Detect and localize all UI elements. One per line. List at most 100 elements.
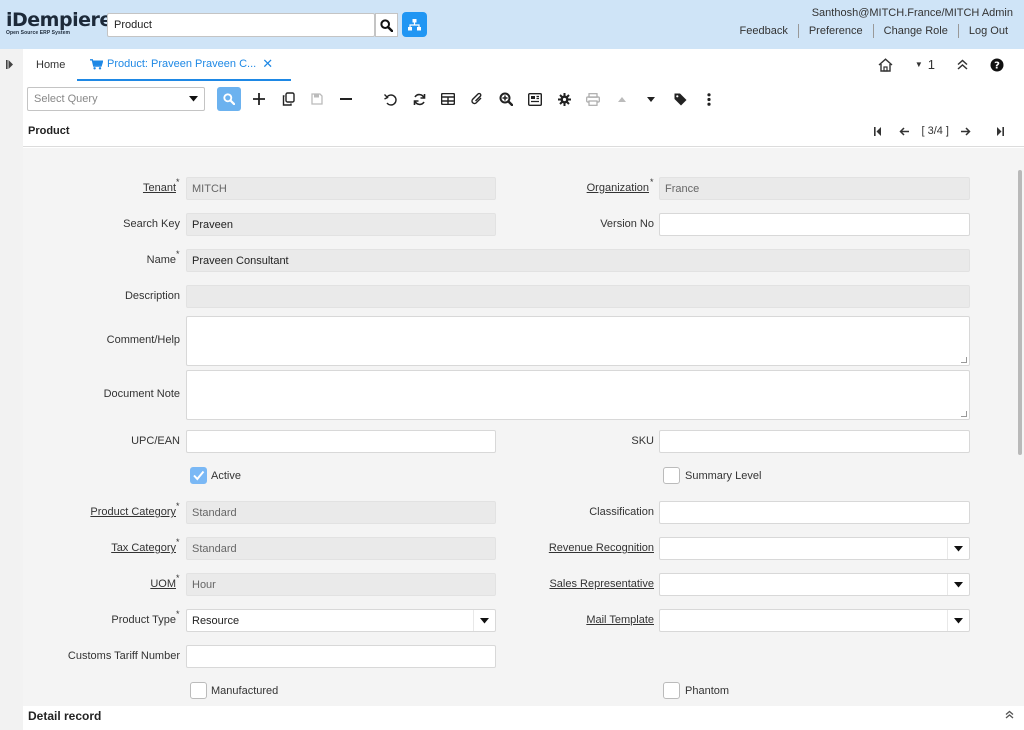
save-icon[interactable] xyxy=(305,87,329,111)
tax-category-field[interactable]: Standard xyxy=(186,537,496,560)
change-role-link[interactable]: Change Role xyxy=(874,25,958,37)
revenue-recognition-label[interactable]: Revenue Recognition xyxy=(549,542,654,554)
caret-down-icon[interactable] xyxy=(947,610,969,631)
report-icon[interactable] xyxy=(523,87,547,111)
product-category-label[interactable]: Product Category xyxy=(90,506,176,518)
expand-panel-icon[interactable] xyxy=(6,60,13,72)
product-category-field[interactable]: Standard xyxy=(186,501,496,524)
next-record-icon[interactable] xyxy=(961,126,971,136)
product-form: Tenant * MITCH Organization * France Sea… xyxy=(23,148,1024,706)
gear-icon[interactable] xyxy=(552,87,576,111)
active-checkbox[interactable] xyxy=(190,467,207,484)
required-marker: * xyxy=(176,177,180,187)
previous-detail-icon[interactable] xyxy=(610,87,634,111)
sales-rep-label[interactable]: Sales Representative xyxy=(549,578,654,590)
summary-level-label: Summary Level xyxy=(685,470,762,482)
tenant-field[interactable]: MITCH xyxy=(186,177,496,200)
grid-toggle-icon[interactable] xyxy=(436,87,460,111)
classification-label: Classification xyxy=(589,506,654,518)
tab-home[interactable]: Home xyxy=(36,59,65,71)
record-position: [ 3/4 ] xyxy=(921,125,949,137)
preference-link[interactable]: Preference xyxy=(799,25,873,37)
refresh-icon[interactable] xyxy=(407,87,431,111)
form-scrollbar[interactable] xyxy=(1018,170,1022,455)
version-no-label: Version No xyxy=(600,218,654,230)
undo-icon[interactable] xyxy=(378,87,402,111)
menu-tree-icon[interactable] xyxy=(402,12,427,37)
product-type-value: Resource xyxy=(192,615,240,627)
sales-rep-select[interactable] xyxy=(659,573,970,596)
collapse-up-icon[interactable] xyxy=(957,59,968,70)
required-marker: * xyxy=(176,609,180,619)
search-icon[interactable] xyxy=(375,13,398,37)
mail-template-select[interactable] xyxy=(659,609,970,632)
revenue-recognition-select[interactable] xyxy=(659,537,970,560)
global-search-input[interactable]: Product xyxy=(107,13,375,37)
caret-down-icon[interactable] xyxy=(947,574,969,595)
first-record-icon[interactable] xyxy=(874,126,882,136)
attachment-icon[interactable] xyxy=(465,87,489,111)
tab-product[interactable]: Product: Praveen Praveen C... ✕ xyxy=(77,49,291,81)
organization-label[interactable]: Organization xyxy=(587,182,649,194)
logout-link[interactable]: Log Out xyxy=(959,25,1008,37)
checkmark-icon xyxy=(193,470,205,481)
app-header: iDempiere Open Source ERP System Product… xyxy=(0,0,1024,49)
more-options-icon[interactable] xyxy=(697,87,721,111)
tag-icon[interactable] xyxy=(668,87,692,111)
caret-down-icon[interactable] xyxy=(947,538,969,559)
cart-icon xyxy=(90,58,103,70)
classification-field[interactable] xyxy=(659,501,970,524)
manufactured-checkbox[interactable] xyxy=(190,682,207,699)
caret-down-icon[interactable] xyxy=(473,610,495,631)
document-note-textarea[interactable] xyxy=(186,370,970,420)
description-field[interactable] xyxy=(186,285,970,308)
svg-text:?: ? xyxy=(994,60,1000,71)
select-query-input[interactable]: Select Query xyxy=(27,87,205,111)
help-icon[interactable]: ? xyxy=(990,58,1004,72)
delete-icon[interactable] xyxy=(334,87,358,111)
uom-label[interactable]: UOM xyxy=(150,578,176,590)
last-record-icon[interactable] xyxy=(997,126,1004,136)
name-label: Name xyxy=(146,254,176,266)
idempiere-logo[interactable]: iDempiere Open Source ERP System xyxy=(6,10,112,38)
summary-level-checkbox[interactable] xyxy=(663,467,680,484)
phantom-label: Phantom xyxy=(685,685,730,697)
left-panel-collapsed xyxy=(0,49,23,730)
home-icon[interactable] xyxy=(878,57,893,72)
sku-label: SKU xyxy=(631,435,654,447)
uom-field[interactable]: Hour xyxy=(186,573,496,596)
mail-template-label[interactable]: Mail Template xyxy=(586,614,654,626)
search-key-label: Search Key xyxy=(123,218,180,230)
phantom-checkbox[interactable] xyxy=(663,682,680,699)
expand-up-icon[interactable] xyxy=(1005,710,1014,722)
detail-record-title: Detail record xyxy=(28,709,102,723)
search-key-field[interactable]: Praveen xyxy=(186,213,496,236)
customs-tariff-label: Customs Tariff Number xyxy=(67,650,180,662)
print-icon[interactable] xyxy=(581,87,605,111)
new-record-icon[interactable] xyxy=(247,87,271,111)
product-type-select[interactable]: Resource xyxy=(186,609,496,632)
comment-help-textarea[interactable] xyxy=(186,316,970,366)
caret-down-icon[interactable] xyxy=(181,87,205,111)
previous-record-icon[interactable] xyxy=(899,126,910,136)
upc-ean-field[interactable] xyxy=(186,430,496,453)
customs-tariff-field[interactable] xyxy=(186,645,496,668)
close-icon[interactable]: ✕ xyxy=(262,56,273,72)
version-no-field[interactable] xyxy=(659,213,970,236)
next-detail-icon[interactable] xyxy=(639,87,663,111)
find-button[interactable] xyxy=(217,87,241,111)
required-marker: * xyxy=(176,249,180,259)
active-label: Active xyxy=(211,470,241,482)
organization-field[interactable]: France xyxy=(659,177,970,200)
tenant-label[interactable]: Tenant xyxy=(143,182,176,194)
tax-category-label[interactable]: Tax Category xyxy=(111,542,176,554)
copy-record-icon[interactable] xyxy=(276,87,300,111)
sku-field[interactable] xyxy=(659,430,970,453)
zoom-across-icon[interactable] xyxy=(494,87,518,111)
name-field[interactable]: Praveen Consultant xyxy=(186,249,970,272)
feedback-link[interactable]: Feedback xyxy=(730,25,798,37)
record-navigation: [ 3/4 ] xyxy=(874,125,1004,137)
resize-handle[interactable] xyxy=(961,411,967,417)
window-count-dropdown[interactable]: ▼ 1 xyxy=(915,57,935,72)
resize-handle[interactable] xyxy=(961,357,967,363)
